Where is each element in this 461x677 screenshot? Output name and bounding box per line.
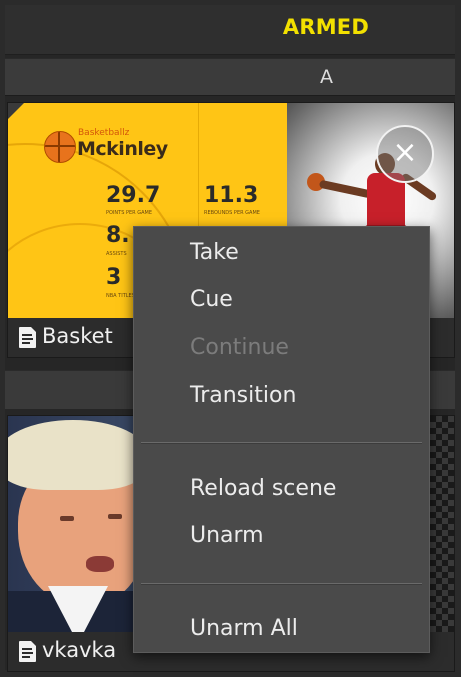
photo-eye [60, 516, 74, 521]
menu-item-unarm[interactable]: Unarm [134, 515, 429, 559]
scene-name: vkavka [42, 638, 117, 662]
corner-marker [8, 103, 24, 119]
menu-item-reload-scene[interactable]: Reload scene [134, 468, 429, 512]
stat-caption: ASSISTS [106, 251, 127, 257]
menu-separator [141, 442, 422, 444]
menu-item-label: Unarm All [190, 616, 298, 641]
document-icon [19, 641, 36, 662]
stat-value: 29.7 [106, 183, 161, 208]
menu-item-transition[interactable]: Transition [134, 375, 429, 419]
menu-item-cue[interactable]: Cue [134, 279, 429, 323]
stat-caption: POINTS PER GAME [106, 210, 152, 216]
armed-status-label: ARMED [282, 15, 369, 39]
menu-item-label: Cue [190, 287, 233, 312]
menu-separator [141, 583, 422, 585]
menu-item-unarm-all[interactable]: Unarm All [134, 608, 429, 652]
stat-value: 3 [106, 265, 122, 290]
menu-item-label: Transition [190, 383, 297, 408]
slot-header[interactable]: A [5, 58, 455, 96]
menu-item-label: Continue [190, 335, 289, 360]
stat-caption: REBOUNDS PER GAME [204, 210, 260, 216]
context-menu: Take Cue Continue Transition Reload scen… [133, 226, 430, 653]
slot-label: A [320, 66, 333, 88]
stat-value: 11.3 [204, 183, 259, 208]
photo-hair [8, 420, 148, 490]
basketball-icon [44, 131, 76, 163]
photo-arm [318, 179, 372, 199]
menu-item-label: Take [190, 240, 239, 265]
photo-eye [108, 514, 122, 519]
menu-item-take[interactable]: Take [134, 232, 429, 276]
close-icon[interactable]: × [376, 125, 434, 183]
menu-item-label: Reload scene [190, 476, 337, 501]
menu-item-label: Unarm [190, 523, 264, 548]
stat-value: 8. [106, 223, 130, 248]
photo-mouth [86, 556, 114, 572]
menu-item-continue: Continue [134, 327, 429, 371]
brand-text: Basketballz [78, 128, 130, 138]
document-icon [19, 327, 36, 348]
status-header: ARMED [5, 5, 455, 55]
stat-caption: NBA TITLES [106, 293, 135, 299]
player-name: Mckinley [77, 138, 168, 160]
scene-name: Basket [42, 324, 113, 348]
